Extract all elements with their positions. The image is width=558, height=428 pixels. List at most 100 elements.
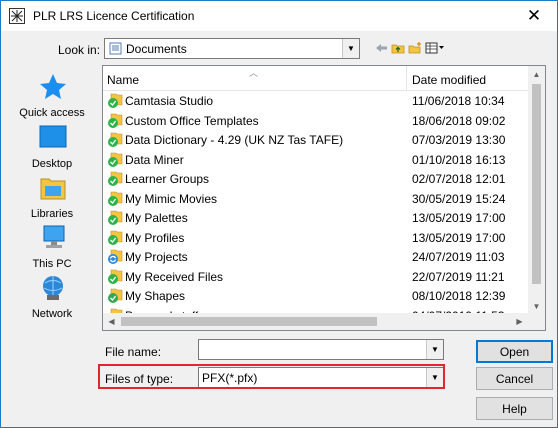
scroll-up-icon[interactable]: ▲: [528, 66, 545, 83]
place-libraries[interactable]: Libraries: [7, 173, 97, 221]
documents-folder-icon: [109, 42, 122, 55]
file-name: My Projects: [125, 250, 188, 264]
open-button[interactable]: Open: [476, 340, 553, 363]
file-date-modified: 24/07/2019 11:03: [412, 250, 505, 264]
file-date-modified: 18/06/2018 09:02: [412, 113, 506, 128]
place-label: Network: [31, 308, 73, 320]
file-name: My Shapes: [125, 289, 186, 303]
file-name: My Palettes: [125, 211, 188, 225]
window-title: PLR LRS Licence Certification: [33, 9, 195, 23]
new-folder-icon: [408, 42, 421, 54]
file-row[interactable]: Learner Groups 02/07/2018 12:01: [103, 169, 531, 188]
view-menu-button[interactable]: [425, 40, 445, 56]
folder-icon: [108, 249, 123, 264]
look-in-combobox[interactable]: Documents ▼: [104, 38, 360, 59]
file-name-combobox[interactable]: ▼: [198, 339, 444, 360]
sort-ascending-icon: ︿: [249, 68, 259, 78]
file-name: Learner Groups: [125, 172, 210, 186]
place-network[interactable]: Network: [7, 273, 97, 321]
chevron-down-icon[interactable]: ▼: [342, 39, 359, 58]
file-row[interactable]: My Mimic Movies 30/05/2019 15:24: [103, 189, 531, 208]
place-desktop[interactable]: Desktop: [7, 123, 97, 171]
file-name: Camtasia Studio: [125, 94, 214, 108]
file-date-modified: 01/10/2018 16:13: [412, 152, 506, 167]
place-label: Desktop: [31, 158, 73, 170]
navigation-toolbar: [375, 39, 445, 57]
file-list[interactable]: ︿ Name Date modified Camtasia Studio 11/0…: [102, 65, 546, 331]
file-date-modified: 08/10/2018 12:39: [412, 289, 506, 303]
desktop-icon: [39, 125, 67, 148]
folder-icon: [108, 230, 123, 245]
close-button[interactable]: ✕: [511, 1, 557, 31]
file-row[interactable]: Custom Office Templates 18/06/2018 09:02: [103, 111, 531, 130]
folder-icon: [108, 152, 123, 167]
place-label: Libraries: [30, 208, 74, 220]
vertical-scroll-thumb[interactable]: [532, 84, 541, 284]
file-row[interactable]: Data Miner 01/10/2018 16:13: [103, 150, 531, 169]
star-icon: [40, 74, 66, 99]
file-name: My Mimic Movies: [125, 191, 217, 206]
folder-icon: [108, 132, 123, 147]
file-date-modified: 07/03/2019 13:30: [412, 133, 506, 147]
file-row[interactable]: Camtasia Studio 11/06/2018 10:34: [103, 91, 531, 110]
computer-icon: [43, 225, 65, 248]
file-row[interactable]: Data Dictionary - 4.29 (UK NZ Tas TAFE) 0…: [103, 130, 531, 149]
folder-icon: [108, 269, 123, 284]
column-header-name[interactable]: Name: [107, 73, 139, 87]
file-name: Data Dictionary - 4.29 (UK NZ Tas TAFE): [125, 133, 344, 147]
column-header-row: ︿ Name Date modified: [103, 66, 545, 91]
place-label: Quick access: [19, 107, 85, 119]
file-name: Custom Office Templates: [125, 113, 259, 128]
scrollbar-corner: [528, 313, 545, 330]
highlight-box: [98, 364, 445, 389]
file-name-label: File name:: [105, 345, 162, 359]
file-row[interactable]: My Profiles 13/05/2019 17:00: [103, 228, 531, 247]
place-this-pc[interactable]: This PC: [7, 223, 97, 271]
file-date-modified: 30/05/2019 15:24: [412, 191, 506, 206]
file-name: My Received Files: [125, 269, 224, 284]
title-bar: PLR LRS Licence Certification ✕: [1, 1, 557, 31]
folder-icon: [108, 191, 123, 206]
up-folder-button[interactable]: [391, 40, 405, 56]
libraries-icon: [40, 178, 66, 200]
folder-icon: [108, 113, 123, 128]
app-icon: [9, 8, 25, 24]
scroll-right-icon[interactable]: ▶: [511, 313, 528, 330]
file-row[interactable]: My Shapes 08/10/2018 12:39: [103, 286, 531, 305]
back-arrow-icon: [376, 44, 387, 52]
scroll-left-icon[interactable]: ◀: [103, 313, 120, 330]
file-date-modified: 13/05/2019 17:00: [412, 230, 506, 245]
look-in-value: Documents: [126, 42, 187, 56]
file-open-dialog: PLR LRS Licence Certification ✕ Look in:…: [0, 0, 558, 428]
back-button[interactable]: [375, 40, 388, 56]
file-row[interactable]: My Palettes 13/05/2019 17:00: [103, 208, 531, 227]
column-separator[interactable]: [406, 66, 407, 90]
cancel-button[interactable]: Cancel: [476, 367, 553, 390]
file-date-modified: 02/07/2018 12:01: [412, 172, 506, 186]
file-row[interactable]: My Projects 24/07/2019 11:03: [103, 247, 531, 266]
file-name: My Profiles: [125, 230, 185, 245]
file-date-modified: 22/07/2019 11:21: [412, 269, 505, 284]
close-icon: ✕: [526, 6, 542, 25]
horizontal-scrollbar[interactable]: ◀ ▶: [103, 313, 528, 330]
folder-icon: [108, 288, 123, 303]
help-button[interactable]: Help: [476, 397, 553, 420]
file-date-modified: 11/06/2018 10:34: [412, 94, 505, 108]
file-rows: Camtasia Studio 11/06/2018 10:34 Custom Of…: [103, 91, 531, 315]
new-folder-button[interactable]: [408, 40, 422, 56]
place-quick-access[interactable]: Quick access: [7, 72, 97, 120]
chevron-down-icon[interactable]: ▼: [426, 340, 443, 359]
folder-icon: [108, 171, 123, 186]
folder-icon: [108, 93, 123, 108]
network-icon: [43, 276, 63, 300]
file-row[interactable]: My Received Files 22/07/2019 11:21: [103, 267, 531, 286]
look-in-label: Look in:: [58, 43, 101, 57]
file-date-modified: 13/05/2019 17:00: [412, 211, 506, 225]
view-menu-icon: [425, 42, 444, 54]
horizontal-scroll-thumb[interactable]: [121, 317, 377, 326]
place-label: This PC: [32, 258, 72, 270]
column-header-date-modified[interactable]: Date modified: [412, 73, 486, 87]
up-folder-icon: [391, 44, 405, 54]
vertical-scrollbar[interactable]: ▲ ▼: [528, 66, 545, 315]
folder-icon: [108, 210, 123, 225]
